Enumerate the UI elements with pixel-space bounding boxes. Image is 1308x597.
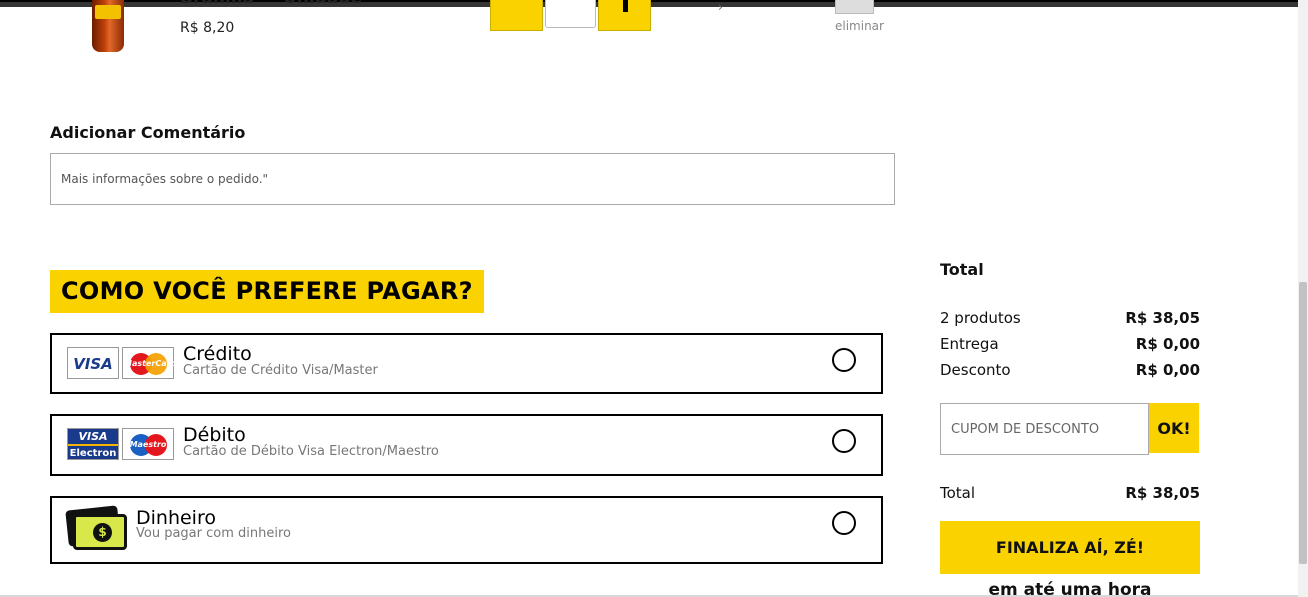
chevron-icon: › [718, 0, 723, 14]
finalize-order-button[interactable]: FINALIZA AÍ, ZÉ! [940, 521, 1200, 574]
total-row: Total R$ 38,05 [940, 484, 1200, 502]
remove-label[interactable]: eliminar [835, 19, 884, 33]
scrollbar-thumb[interactable] [1299, 282, 1307, 564]
coin-icon-text: $ [93, 523, 112, 542]
product-image [92, 0, 124, 52]
summary-label: 2 produtos [940, 309, 1021, 327]
mastercard-icon: MasterCard [122, 347, 177, 379]
mastercard-logo-text: MasterCard [124, 359, 177, 368]
summary-label: Entrega [940, 335, 999, 353]
quantity-stepper[interactable] [490, 0, 651, 31]
visa-electron-top-text: VISA [68, 429, 118, 445]
product-price: R$ 8,20 [180, 20, 235, 36]
minus-icon[interactable] [490, 0, 543, 31]
summary-title: Total [940, 260, 984, 279]
summary-row: Desconto R$ 0,00 [940, 361, 1200, 379]
remove-button[interactable] [835, 0, 874, 14]
visa-electron-bottom-text: Electron [68, 444, 118, 459]
payment-option-title: Dinheiro [136, 507, 216, 529]
comment-input[interactable] [50, 153, 895, 205]
scrollbar[interactable] [1298, 0, 1308, 597]
radio-cash[interactable] [832, 511, 856, 535]
visa-logo-text: VISA [73, 355, 113, 373]
summary-value: R$ 0,00 [1135, 361, 1200, 379]
visa-card-icon: VISA [67, 347, 119, 379]
comment-label: Adicionar Comentário [50, 123, 246, 142]
payment-option-debit[interactable]: VISA Electron Maestro Débito Cartão de D… [50, 414, 883, 476]
product-name: Brahma — Unidade [180, 0, 362, 8]
total-value: R$ 38,05 [1125, 484, 1200, 502]
summary-value: R$ 38,05 [1125, 309, 1200, 327]
visa-electron-icon: VISA Electron [67, 428, 119, 460]
payment-option-cash[interactable]: $ Dinheiro Vou pagar com dinheiro [50, 496, 883, 564]
coupon-input[interactable] [940, 403, 1149, 455]
radio-debit[interactable] [832, 429, 856, 453]
coupon-apply-button[interactable]: OK! [1149, 403, 1199, 453]
summary-label: Desconto [940, 361, 1011, 379]
summary-row: 2 produtos R$ 38,05 [940, 309, 1200, 327]
payment-option-title: Débito [183, 424, 246, 446]
payment-option-credit[interactable]: VISA MasterCard Crédito Cartão de Crédit… [50, 333, 883, 394]
plus-icon[interactable] [598, 0, 651, 31]
summary-row: Entrega R$ 0,00 [940, 335, 1200, 353]
total-label: Total [940, 484, 976, 502]
payment-option-title: Crédito [183, 343, 252, 365]
cash-icon: $ [65, 505, 131, 554]
maestro-logo-text: Maestro [129, 440, 167, 449]
payment-option-description: Vou pagar com dinheiro [136, 526, 291, 541]
quantity-input[interactable] [545, 0, 596, 28]
payment-option-description: Cartão de Débito Visa Electron/Maestro [183, 444, 439, 459]
radio-credit[interactable] [832, 348, 856, 372]
summary-value: R$ 0,00 [1135, 335, 1200, 353]
maestro-icon: Maestro [122, 428, 174, 460]
payment-heading: COMO VOCÊ PREFERE PAGAR? [50, 270, 484, 313]
payment-option-description: Cartão de Crédito Visa/Master [183, 363, 378, 378]
